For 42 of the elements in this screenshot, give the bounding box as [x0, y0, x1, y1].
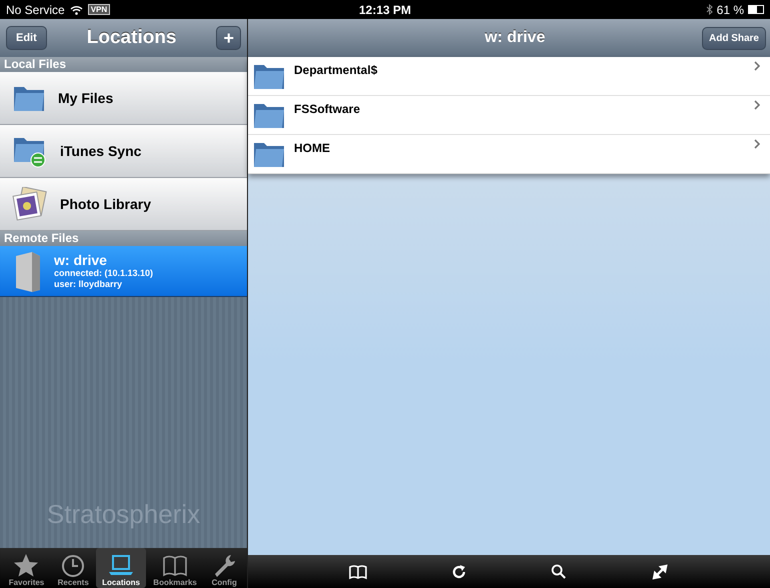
- add-button[interactable]: +: [216, 26, 241, 50]
- vpn-indicator: VPN: [88, 4, 110, 15]
- tab[interactable]: Recents: [52, 548, 95, 588]
- share-row[interactable]: HOME: [248, 135, 770, 174]
- tab[interactable]: Locations: [96, 548, 146, 588]
- location-detail: user: lloydbarry: [54, 279, 124, 290]
- location-title: My Files: [58, 90, 114, 106]
- chevron-icon: [754, 139, 760, 149]
- bluetooth-icon: [706, 4, 713, 15]
- nav-title: Locations: [86, 27, 176, 49]
- share-name: FSSoftware: [294, 102, 362, 116]
- expand-arrows-icon[interactable]: [650, 562, 670, 582]
- carrier-text: No Service: [6, 2, 65, 16]
- location-title: w: drive: [54, 252, 108, 268]
- share-name: Departmental$: [294, 63, 378, 77]
- share-row[interactable]: FSSoftware: [248, 96, 770, 135]
- tab[interactable]: Favorites: [2, 548, 50, 588]
- location-detail: connected: (10.1.13.10): [54, 268, 154, 279]
- location-title: iTunes Sync: [60, 143, 142, 159]
- chevron-icon: [754, 100, 760, 110]
- location-title: Photo Library: [60, 196, 152, 212]
- share-name: HOME: [294, 141, 331, 155]
- location-item[interactable]: w: drive connected: (10.1.13.10) user: lloydbarry: [0, 246, 247, 297]
- clock-text: 12:13 PM: [358, 2, 412, 16]
- battery-text: 61 %: [716, 2, 744, 16]
- star-icon: [12, 552, 40, 578]
- share-row[interactable]: Departmental$: [248, 57, 770, 96]
- edit-button[interactable]: Edit: [6, 26, 47, 50]
- tab[interactable]: Config: [204, 548, 244, 588]
- nav-title: w: drive: [484, 29, 546, 47]
- photos-icon: [12, 187, 48, 221]
- location-item[interactable]: Photo Library: [0, 178, 247, 231]
- battery-icon: [748, 5, 764, 14]
- section-header: Remote Files: [0, 231, 247, 246]
- add-share-button[interactable]: Add Share: [702, 26, 766, 50]
- section-header: Local Files: [0, 57, 247, 72]
- tab[interactable]: Bookmarks: [147, 548, 203, 588]
- location-item[interactable]: iTunes Sync: [0, 125, 247, 178]
- location-item[interactable]: My Files: [0, 72, 247, 125]
- chevron-icon: [754, 61, 760, 71]
- laptop-icon: [107, 552, 136, 578]
- wifi-icon: [70, 4, 83, 14]
